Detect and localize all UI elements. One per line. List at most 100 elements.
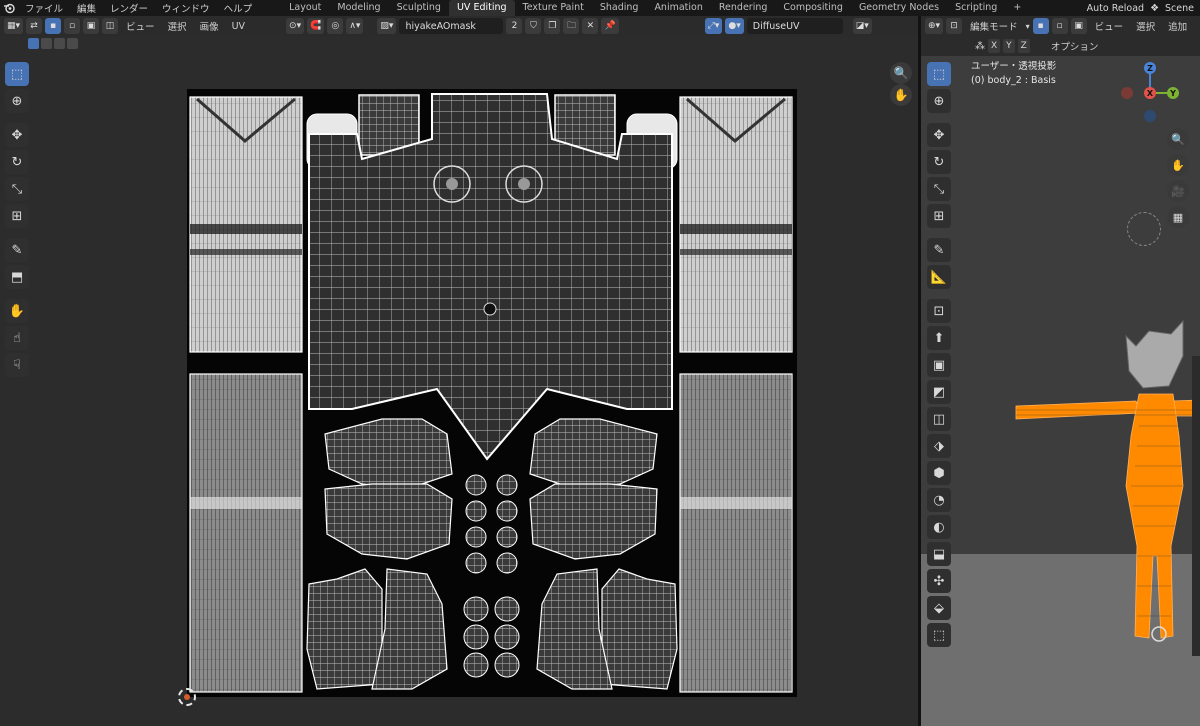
- vp-poly-build-tool-icon[interactable]: ⬢: [927, 461, 951, 485]
- viewport-zoom-icon[interactable]: 🔍: [1167, 128, 1189, 150]
- gizmo-z-icon[interactable]: Z: [1144, 62, 1156, 74]
- pan-hand-icon[interactable]: ✋: [890, 84, 912, 106]
- tab-compositing[interactable]: Compositing: [775, 0, 851, 16]
- uv-display-icon[interactable]: ●▾: [725, 18, 744, 34]
- transform-tool-icon[interactable]: ⊞: [5, 204, 29, 228]
- tab-animation[interactable]: Animation: [646, 0, 710, 16]
- fake-user-icon[interactable]: ⛉: [525, 18, 542, 34]
- mirror-icon[interactable]: ⁂: [975, 41, 985, 52]
- vp-bevel-tool-icon[interactable]: ◩: [927, 380, 951, 404]
- vp-extrude-tool-icon[interactable]: ⬆: [927, 326, 951, 350]
- menu-select[interactable]: 選択: [163, 19, 192, 33]
- menu-view[interactable]: ビュー: [121, 19, 160, 33]
- tab-uv-editing[interactable]: UV Editing: [448, 0, 515, 16]
- uv-map-field[interactable]: DiffuseUV: [746, 18, 843, 34]
- proportional-edit-icon[interactable]: ◎: [327, 18, 344, 34]
- falloff-icon[interactable]: ∧▾: [346, 18, 364, 34]
- tab-layout[interactable]: Layout: [281, 0, 329, 16]
- unlink-image-icon[interactable]: ✕: [582, 18, 599, 34]
- viewport-pan-hand-icon[interactable]: ✋: [1167, 154, 1189, 176]
- edge-mode-icon[interactable]: ▫: [1051, 18, 1068, 34]
- image-name-field[interactable]: hiyakeAOmask: [399, 18, 504, 34]
- vp-rip-tool-icon[interactable]: ⬚: [927, 623, 951, 647]
- select-tool-icon[interactable]: ⬚: [5, 62, 29, 86]
- menu-window[interactable]: ウィンドウ: [155, 1, 217, 15]
- editor-type-button[interactable]: ▦▾: [4, 18, 24, 34]
- select-box-mode-icon[interactable]: [28, 38, 39, 49]
- select-extend-mode-icon[interactable]: [41, 38, 52, 49]
- vp-select-tool-icon[interactable]: ⬚: [927, 62, 951, 86]
- tab-rendering[interactable]: Rendering: [711, 0, 776, 16]
- select-intersect-mode-icon[interactable]: [67, 38, 78, 49]
- new-image-icon[interactable]: ❐: [544, 18, 561, 34]
- menu-edit[interactable]: 編集: [70, 1, 103, 15]
- tab-scripting[interactable]: Scripting: [947, 0, 1005, 16]
- vp-move-tool-icon[interactable]: ✥: [927, 123, 951, 147]
- options-dropdown[interactable]: オプション: [1046, 39, 1104, 53]
- snap-icon[interactable]: 🧲: [307, 18, 325, 34]
- menu-file[interactable]: ファイル: [18, 1, 70, 15]
- editor-type-button-3d[interactable]: ⊕▾: [925, 18, 944, 34]
- scene-name[interactable]: Scene: [1165, 3, 1194, 14]
- image-browse-icon[interactable]: ▨▾: [377, 18, 397, 34]
- vertex-mode-icon[interactable]: ▪: [1032, 18, 1049, 34]
- rotate-tool-icon[interactable]: ↻: [5, 150, 29, 174]
- face-select-icon[interactable]: ▣: [83, 18, 100, 34]
- vertex-select-icon[interactable]: ▪: [45, 18, 62, 34]
- tab-modeling[interactable]: Modeling: [329, 0, 388, 16]
- relax-tool-icon[interactable]: ☝: [5, 326, 29, 350]
- island-select-icon[interactable]: ◫: [102, 18, 119, 34]
- gizmo-x-icon[interactable]: X: [1144, 87, 1156, 99]
- menu-uv[interactable]: UV: [227, 21, 250, 32]
- 3d-viewport[interactable]: ⊕▾ ⊡ 編集モード ▾ ▪ ▫ ▣ ビュー 選択 追加 ⁂ X Y Z オプシ…: [921, 16, 1200, 726]
- tab-shading[interactable]: Shading: [592, 0, 647, 16]
- vp-spin-tool-icon[interactable]: ◔: [927, 488, 951, 512]
- uv-image-canvas[interactable]: [187, 89, 797, 697]
- vp-loop-cut-tool-icon[interactable]: ◫: [927, 407, 951, 431]
- tab-geometry-nodes[interactable]: Geometry Nodes: [851, 0, 947, 16]
- mode-icon[interactable]: ⊡: [946, 18, 963, 34]
- viewport-menu-view[interactable]: ビュー: [1090, 19, 1129, 33]
- menu-image[interactable]: 画像: [195, 19, 224, 33]
- select-subtract-mode-icon[interactable]: [54, 38, 65, 49]
- vp-scale-tool-icon[interactable]: ⤡: [927, 177, 951, 201]
- viewport-menu-select[interactable]: 選択: [1131, 19, 1160, 33]
- mode-dropdown[interactable]: 編集モード: [965, 19, 1023, 33]
- mirror-x-toggle[interactable]: X: [988, 39, 1001, 53]
- vp-shrink-tool-icon[interactable]: ✣: [927, 569, 951, 593]
- edge-select-icon[interactable]: ▫: [64, 18, 81, 34]
- tab-sculpting[interactable]: Sculpting: [389, 0, 449, 16]
- gizmo-neg-x-icon[interactable]: [1121, 87, 1133, 99]
- pinch-tool-icon[interactable]: ☟: [5, 353, 29, 377]
- viewport-menu-add[interactable]: 追加: [1163, 19, 1192, 33]
- mirror-y-toggle[interactable]: Y: [1003, 39, 1015, 53]
- perspective-toggle-icon[interactable]: ▦: [1167, 206, 1189, 228]
- tab-texture-paint[interactable]: Texture Paint: [515, 0, 592, 16]
- menu-help[interactable]: ヘルプ: [217, 1, 260, 15]
- move-tool-icon[interactable]: ✥: [5, 123, 29, 147]
- vp-shear-tool-icon[interactable]: ⬙: [927, 596, 951, 620]
- vp-add-cube-tool-icon[interactable]: ⊡: [927, 299, 951, 323]
- gizmo-y-icon[interactable]: Y: [1167, 87, 1179, 99]
- rip-region-tool-icon[interactable]: ⬒: [5, 265, 29, 289]
- vp-measure-tool-icon[interactable]: 📐: [927, 265, 951, 289]
- annotate-tool-icon[interactable]: ✎: [5, 238, 29, 262]
- uv-overlay-icon[interactable]: ⤢▾: [704, 18, 723, 34]
- vp-cursor-tool-icon[interactable]: ⊕: [927, 89, 951, 113]
- pin-icon[interactable]: 📌: [601, 18, 619, 34]
- uv-2d-cursor-icon[interactable]: [178, 688, 196, 706]
- face-mode-icon[interactable]: ▣: [1070, 18, 1087, 34]
- auto-reload-label[interactable]: Auto Reload: [1087, 3, 1144, 14]
- scene-icon[interactable]: ❖: [1150, 3, 1159, 14]
- open-image-icon[interactable]: 🗀: [563, 18, 580, 34]
- camera-view-icon[interactable]: 🎥: [1167, 180, 1189, 202]
- properties-strip[interactable]: [1192, 356, 1200, 656]
- image-users-count[interactable]: 2: [506, 18, 523, 34]
- gizmo-neg-z-icon[interactable]: [1144, 110, 1156, 122]
- blender-logo-icon[interactable]: [0, 0, 18, 16]
- vp-transform-tool-icon[interactable]: ⊞: [927, 204, 951, 228]
- vp-rotate-tool-icon[interactable]: ↻: [927, 150, 951, 174]
- scale-tool-icon[interactable]: ⤡: [5, 177, 29, 201]
- vp-annotate-tool-icon[interactable]: ✎: [927, 238, 951, 262]
- add-workspace-button[interactable]: +: [1005, 0, 1029, 16]
